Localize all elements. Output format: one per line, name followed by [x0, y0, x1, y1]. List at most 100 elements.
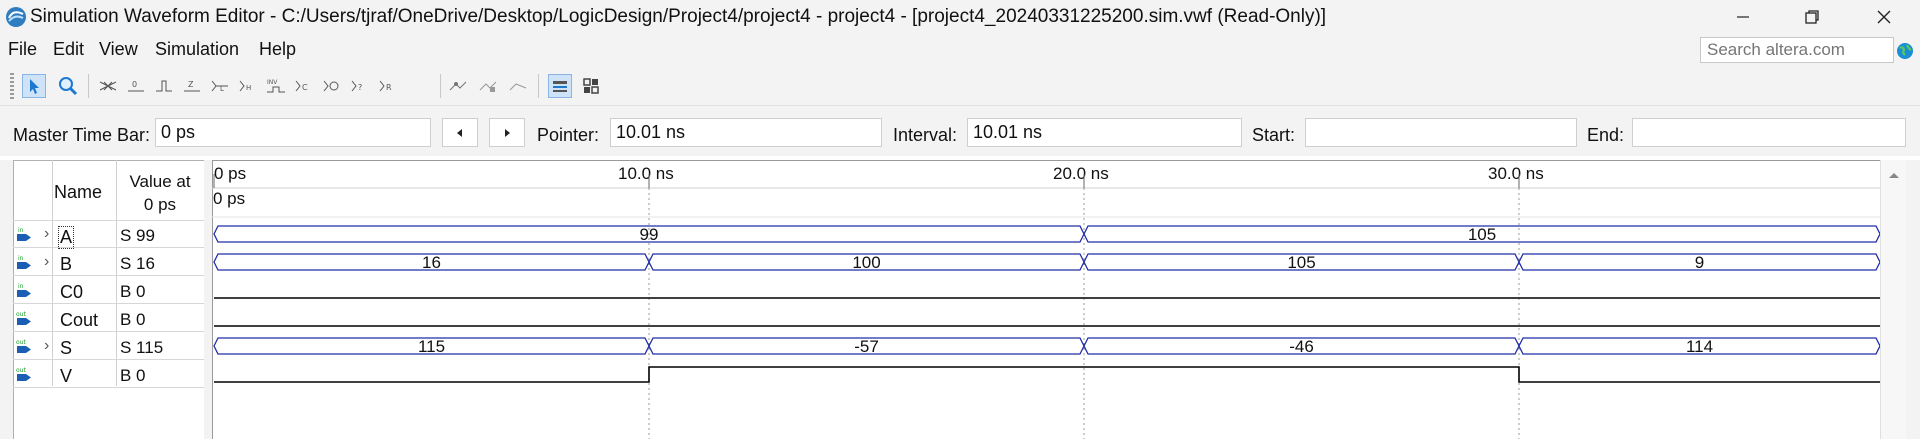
svg-text:L: L	[220, 85, 224, 93]
signal-name: Cout	[60, 310, 99, 330]
zoom-tool-icon	[59, 77, 78, 96]
app-icon	[6, 7, 26, 27]
panel-splitter[interactable]	[204, 160, 212, 439]
arbitrary-value-button[interactable]: R	[376, 74, 400, 98]
svg-text:INV: INV	[267, 79, 278, 86]
close-icon	[1877, 10, 1891, 24]
ungroup-button[interactable]	[506, 74, 530, 98]
force-high-impedance-button[interactable]: Z	[180, 74, 204, 98]
signal-row-s[interactable]	[13, 333, 204, 360]
snap-to-grid-icon	[449, 81, 467, 91]
menu-edit[interactable]: Edit	[53, 38, 84, 60]
menu-file[interactable]: File	[8, 38, 37, 60]
bus-value-label: -46	[1289, 337, 1314, 356]
group-button[interactable]	[476, 74, 500, 98]
pointer-field[interactable]: 10.01 ns	[610, 118, 882, 147]
snap-to-grid-button[interactable]	[446, 74, 470, 98]
force-high-icon	[156, 80, 172, 92]
expand-chevron-icon[interactable]: ›	[44, 337, 49, 355]
selection-tool-icon	[30, 79, 39, 94]
toolbar-separator	[440, 74, 441, 98]
signal-row-cout[interactable]	[13, 305, 204, 332]
menu-simulation[interactable]: Simulation	[155, 38, 239, 60]
bit-waveform	[214, 366, 1880, 383]
bus-value-label: 105	[1287, 253, 1315, 272]
master-time-bar-field[interactable]: 0 ps	[155, 118, 431, 147]
bus-value-label: 9	[1695, 253, 1704, 272]
signal-value: S 99	[120, 226, 155, 245]
force-low-button[interactable]: 0	[124, 74, 148, 98]
name-column-header[interactable]: Name	[54, 182, 102, 203]
globe-icon[interactable]	[1896, 42, 1914, 60]
minimize-button[interactable]	[1713, 0, 1773, 34]
signal-row-a[interactable]	[13, 221, 204, 248]
previous-transition-button[interactable]	[442, 118, 478, 147]
restore-button[interactable]	[1782, 0, 1842, 34]
end-field[interactable]	[1632, 118, 1906, 147]
overwrite-clock-button[interactable]	[320, 74, 344, 98]
start-field[interactable]	[1305, 118, 1577, 147]
signal-value: S 16	[120, 254, 155, 273]
menu-view[interactable]: View	[99, 38, 138, 60]
zoom-tool-button[interactable]	[56, 74, 80, 98]
svg-text:in: in	[18, 255, 24, 262]
random-values-icon: ?	[351, 80, 362, 92]
signal-name: B	[60, 254, 73, 274]
bus-value-label: 16	[422, 253, 441, 272]
signal-value: S 115	[120, 338, 164, 357]
window-edge	[1906, 160, 1920, 439]
triangle-right-icon	[505, 128, 510, 137]
signal-row-c0[interactable]	[13, 277, 204, 304]
signal-value: B 0	[120, 282, 146, 301]
force-weak-low-button[interactable]: L	[208, 74, 232, 98]
start-label: Start:	[1252, 125, 1296, 145]
window-title: Simulation Waveform Editor - C:/Users/tj…	[30, 6, 1327, 27]
close-button[interactable]	[1854, 0, 1914, 34]
invert-button[interactable]: INV	[264, 74, 288, 98]
invert-icon: INV	[267, 79, 285, 93]
force-low-icon: 0	[128, 80, 144, 92]
force-weak-high-button[interactable]: H	[236, 74, 260, 98]
toolbar-separator	[88, 74, 89, 98]
svg-text:?: ?	[358, 83, 362, 92]
bus-value-label: 114	[1686, 337, 1713, 356]
value-column-header[interactable]: Value at 0 ps	[120, 170, 200, 216]
next-transition-button[interactable]	[489, 118, 525, 147]
value-header-line1: Value at	[129, 172, 191, 191]
force-unknown-button[interactable]	[96, 74, 120, 98]
interval-field[interactable]: 10.01 ns	[967, 118, 1242, 147]
svg-text:in: in	[18, 283, 24, 290]
random-values-button[interactable]: ?	[348, 74, 372, 98]
force-high-impedance-icon: Z	[184, 80, 200, 92]
overwrite-clock-icon	[323, 80, 339, 92]
scroll-up-icon[interactable]	[1882, 166, 1906, 186]
search-input[interactable]	[1700, 37, 1894, 63]
bus-value-label: 115	[418, 337, 445, 356]
signal-value: B 0	[120, 310, 146, 329]
input-pin-icon: in	[17, 227, 31, 241]
force-high-button[interactable]	[152, 74, 176, 98]
value-header-line2: 0 ps	[143, 195, 177, 214]
group-icon	[479, 81, 497, 92]
svg-text:out: out	[16, 367, 26, 374]
menu-help[interactable]: Help	[259, 38, 296, 60]
signal-row-b[interactable]	[13, 249, 204, 276]
interval-label: Interval:	[893, 125, 958, 145]
expand-chevron-icon[interactable]: ›	[44, 225, 49, 243]
signal-name: S	[60, 338, 73, 358]
count-value-button[interactable]: C	[292, 74, 316, 98]
output-pin-icon: out	[16, 339, 31, 353]
vertical-scrollbar[interactable]	[1880, 160, 1906, 439]
node-finder-button[interactable]	[579, 74, 603, 98]
waveform-canvas[interactable]: 99 105 16 100 105 9 115 -57 -46 114	[212, 160, 1880, 439]
signal-row-v[interactable]	[13, 361, 204, 388]
expand-chevron-icon[interactable]: ›	[44, 253, 49, 271]
set-grid-button[interactable]	[548, 74, 572, 98]
bus-value-label: 99	[640, 225, 659, 244]
toolbar-grip[interactable]	[10, 73, 14, 99]
svg-text:Z: Z	[188, 80, 194, 89]
output-pin-icon: out	[16, 311, 31, 325]
force-unknown-icon	[99, 81, 117, 91]
selection-tool-button[interactable]	[22, 74, 46, 98]
svg-text:C: C	[302, 83, 308, 92]
